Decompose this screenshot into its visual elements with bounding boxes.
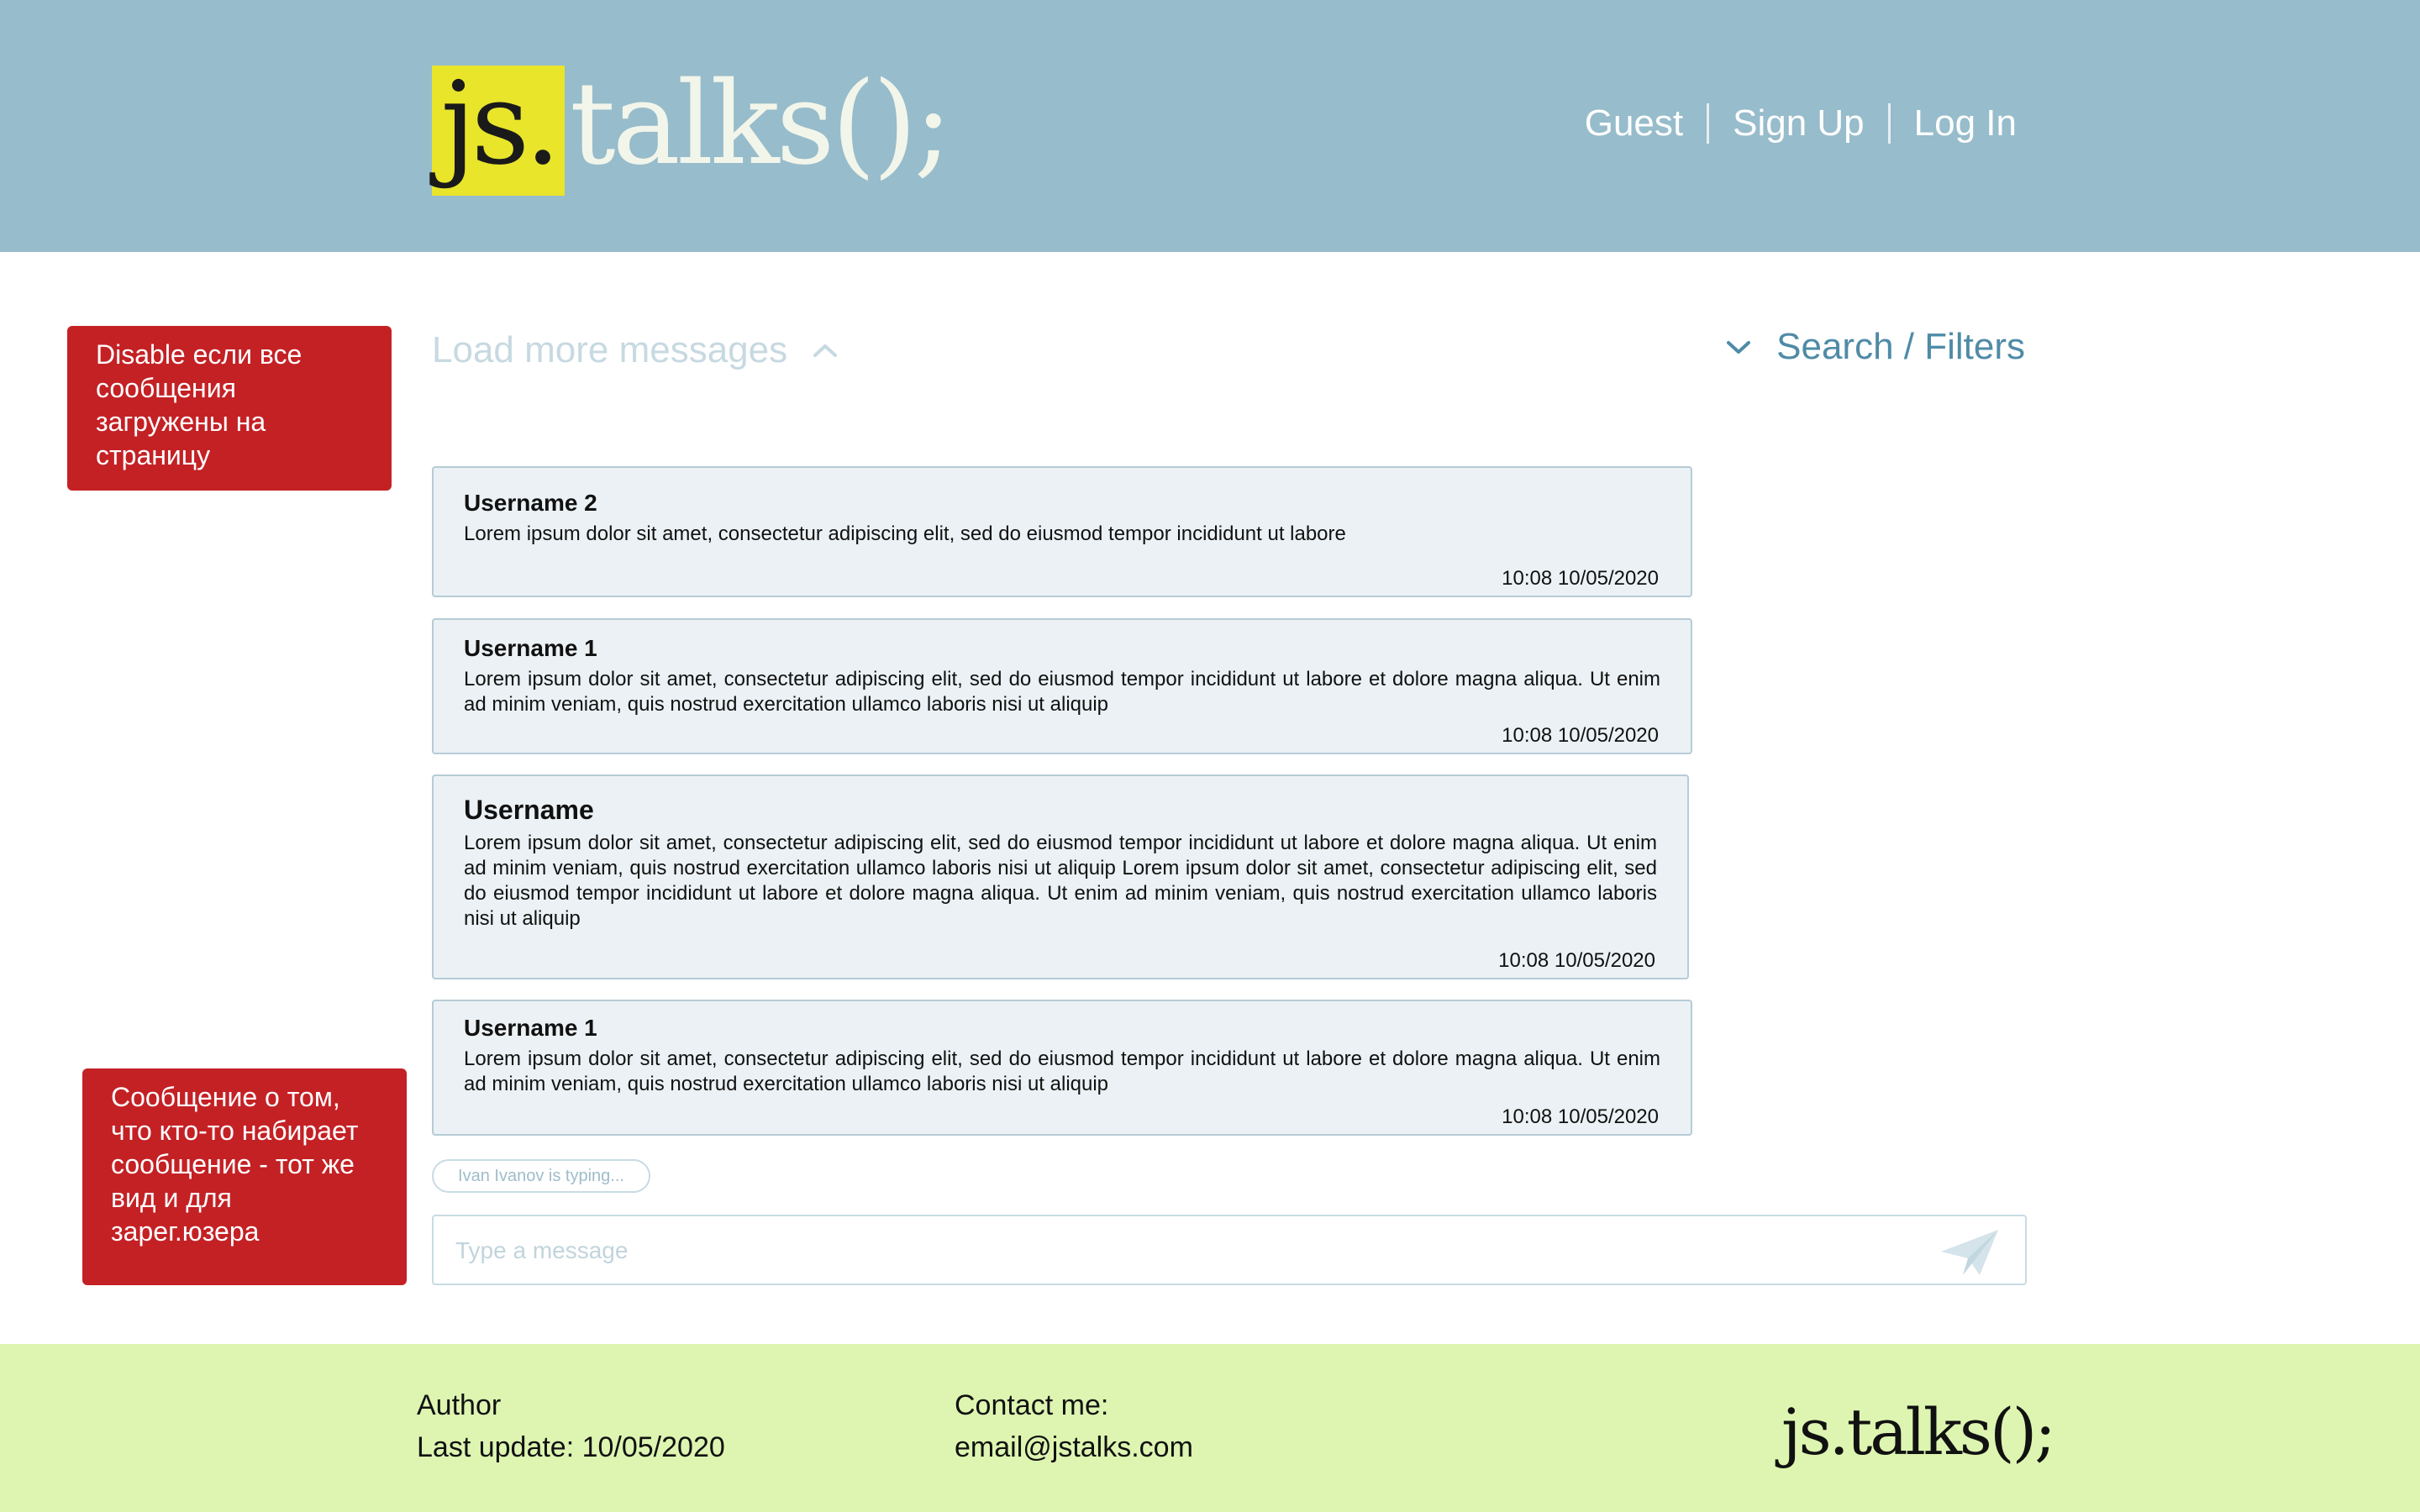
typing-indicator: Ivan Ivanov is typing... — [432, 1159, 650, 1193]
footer-last-update: Last update: 10/05/2020 — [417, 1431, 725, 1463]
nav-guest[interactable]: Guest — [1585, 102, 1683, 144]
load-more-button[interactable]: Load more messages — [432, 329, 838, 371]
header: js. talks(); Guest Sign Up Log In — [0, 0, 2420, 252]
message-card: Username 1 Lorem ipsum dolor sit amet, c… — [432, 1000, 1692, 1136]
message-text: Lorem ipsum dolor sit amet, consectetur … — [464, 522, 1346, 545]
nav-divider — [1887, 103, 1891, 144]
message-username: Username 1 — [464, 635, 597, 661]
nav-log-in[interactable]: Log In — [1914, 102, 2017, 144]
message-card: Username 2 Lorem ipsum dolor sit amet, c… — [432, 466, 1692, 597]
message-timestamp: 10:08 10/05/2020 — [1498, 949, 1655, 972]
logo-js: js. — [432, 58, 565, 196]
message-timestamp: 10:08 10/05/2020 — [1502, 567, 1659, 590]
footer: Author Last update: 10/05/2020 Contact m… — [0, 1344, 2420, 1512]
message-text: Lorem ipsum dolor sit amet, consectetur … — [464, 832, 1657, 930]
message-username: Username — [464, 795, 594, 825]
nav-divider — [1707, 103, 1710, 144]
message-card: Username Lorem ipsum dolor sit amet, con… — [432, 774, 1689, 979]
load-more-label: Load more messages — [432, 329, 788, 370]
footer-logo[interactable]: js.talks(); — [1781, 1394, 2056, 1469]
top-nav: Guest Sign Up Log In — [1585, 102, 2017, 144]
send-icon[interactable] — [1938, 1226, 2002, 1278]
message-username: Username 1 — [464, 1015, 597, 1041]
footer-contact-label: Contact me: — [955, 1389, 1109, 1421]
message-username: Username 2 — [464, 490, 597, 516]
search-filters-toggle[interactable]: Search / Filters — [1726, 326, 2025, 368]
search-filters-label: Search / Filters — [1776, 326, 2025, 367]
logo-text: talks(); — [570, 58, 952, 191]
footer-email-link[interactable]: email@jstalks.com — [955, 1426, 1193, 1468]
message-card: Username 1 Lorem ipsum dolor sit amet, c… — [432, 618, 1692, 754]
annotation-load-more: Disable если все сообщения загружены на … — [67, 326, 392, 491]
chevron-down-icon — [1727, 341, 1751, 354]
message-input[interactable] — [455, 1233, 1884, 1268]
message-composer — [432, 1215, 2027, 1285]
nav-sign-up[interactable]: Sign Up — [1733, 102, 1865, 144]
message-text: Lorem ipsum dolor sit amet, consectetur … — [464, 1047, 1660, 1095]
message-text: Lorem ipsum dolor sit amet, consectetur … — [464, 668, 1660, 716]
annotation-typing: Сообщение о том, что кто-то набирает соо… — [82, 1068, 407, 1285]
logo[interactable]: js. talks(); — [432, 58, 952, 197]
footer-author: Author — [417, 1389, 502, 1421]
message-timestamp: 10:08 10/05/2020 — [1502, 724, 1659, 747]
chevron-up-icon — [813, 344, 838, 357]
footer-author-block: Author Last update: 10/05/2020 — [417, 1384, 725, 1468]
footer-contact-block: Contact me: email@jstalks.com — [955, 1384, 1193, 1468]
message-timestamp: 10:08 10/05/2020 — [1502, 1105, 1659, 1128]
